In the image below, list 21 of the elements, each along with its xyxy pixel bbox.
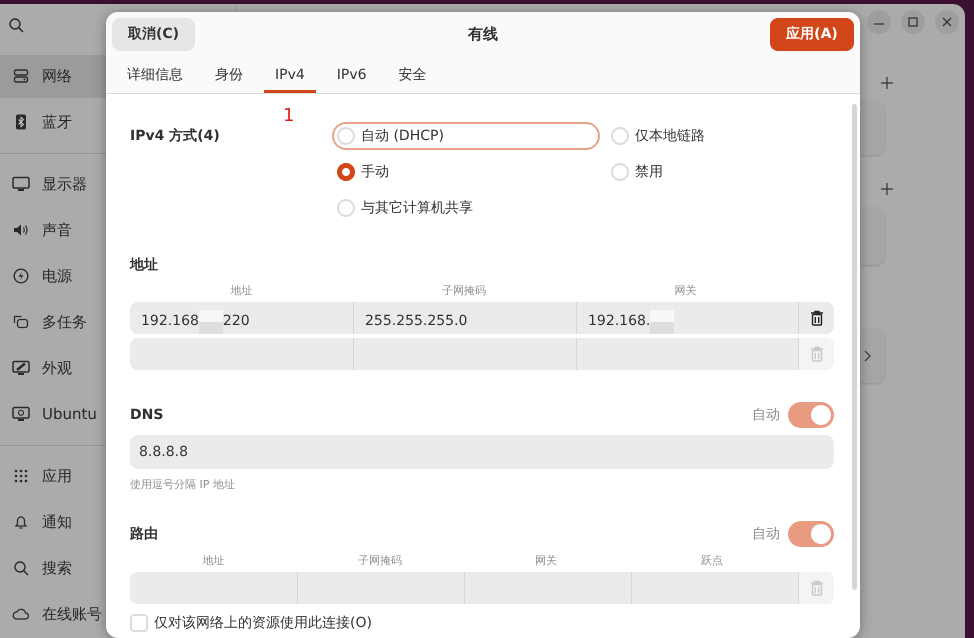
column-header: 地址 — [230, 282, 252, 298]
column-header: 子网掩码 — [442, 282, 486, 298]
column-header: 网关 — [535, 552, 557, 568]
cell-text: 255.255.255.0 — [365, 313, 468, 329]
hint-text: 使用逗号分隔 IP 地址 — [130, 477, 236, 491]
section-title: 路由 — [130, 525, 158, 544]
section-title: DNS — [130, 406, 164, 425]
auto-label: 自动 — [752, 406, 780, 424]
column-header: 网关 — [674, 282, 696, 298]
cell-text: 192.168 — [141, 313, 199, 329]
cell-text: 220 — [222, 313, 250, 329]
method-label: IPv4 方式(4) — [130, 127, 221, 145]
cell-text: 192.168. — [588, 313, 650, 329]
column-header: 跃点 — [701, 552, 723, 568]
column-header: 地址 — [202, 552, 224, 568]
dialog-title: 有线 — [468, 25, 498, 44]
column-header: 子网掩码 — [358, 552, 402, 568]
annotation-number: 1 — [283, 105, 294, 126]
auto-label: 自动 — [752, 525, 780, 543]
checkbox-label: 仅对该网络上的资源使用此连接(O) — [154, 614, 372, 632]
section-title: 地址 — [130, 256, 159, 275]
